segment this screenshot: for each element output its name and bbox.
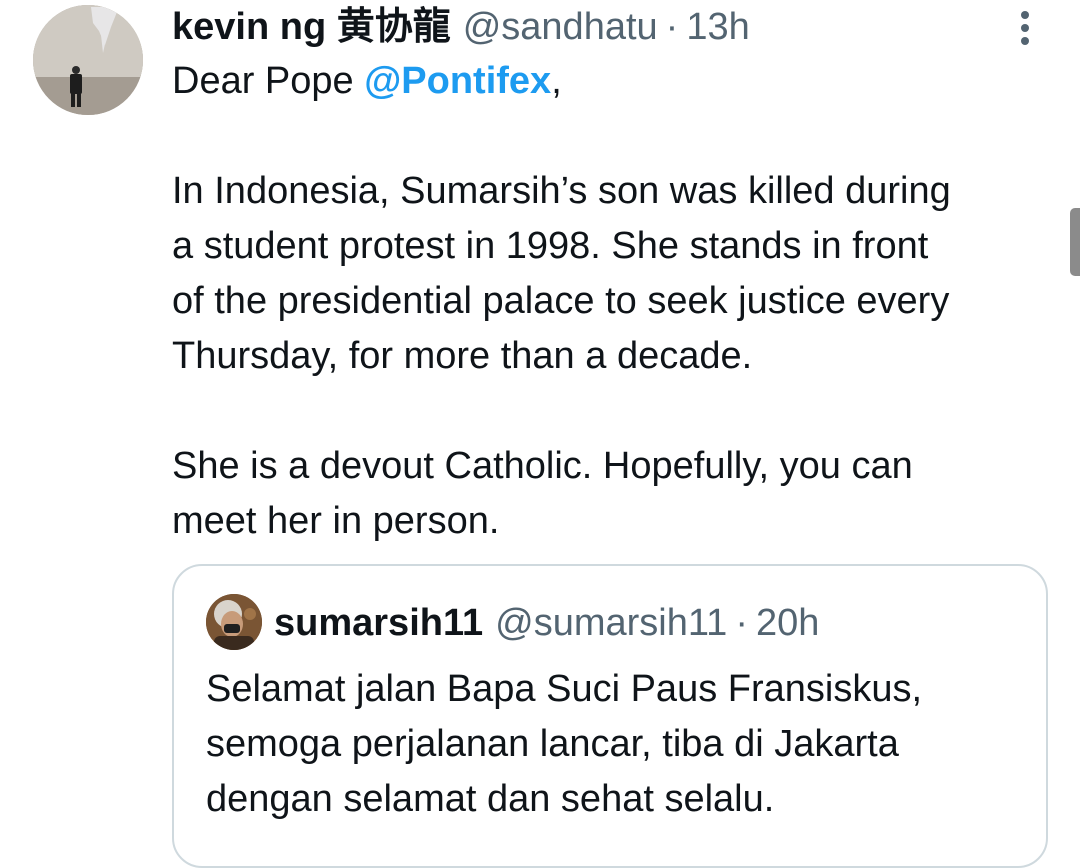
greeting-comma: ,: [551, 60, 562, 102]
quoted-tweet-line: dengan selamat dan sehat selalu.: [206, 778, 775, 820]
tweet-body: Dear Pope @Pontifex, In Indonesia, Sumar…: [172, 54, 1062, 549]
tweet-line: Dear Pope @Pontifex,: [172, 54, 1062, 109]
tweet-line: In Indonesia, Sumarsih’s son was killed …: [172, 170, 951, 212]
author-avatar[interactable]: [33, 5, 143, 115]
tweet-header: kevin ng 黄协龍 @sandhatu · 13h: [172, 4, 750, 50]
author-handle[interactable]: @sandhatu: [463, 4, 658, 50]
quoted-tweet-line: Selamat jalan Bapa Suci Paus Fransiskus,: [206, 668, 923, 710]
author-display-name[interactable]: kevin ng 黄协龍: [172, 4, 451, 50]
tweet-line: meet her in person.: [172, 500, 500, 542]
quoted-tweet[interactable]: sumarsih11 @sumarsih11 · 20h Selamat jal…: [172, 564, 1048, 868]
tweet-line: a student protest in 1998. She stands in…: [172, 225, 929, 267]
more-options-button[interactable]: [1005, 6, 1045, 50]
separator-dot: ·: [665, 6, 679, 48]
tweet-line: She is a devout Catholic. Hopefully, you…: [172, 445, 913, 487]
quoted-tweet-header: sumarsih11 @sumarsih11 · 20h: [274, 600, 819, 646]
mention-link[interactable]: @Pontifex: [364, 60, 551, 102]
more-vertical-icon: [1021, 11, 1029, 45]
quoted-tweet-body: Selamat jalan Bapa Suci Paus Fransiskus,…: [206, 662, 1046, 827]
quoted-author-avatar[interactable]: [206, 594, 262, 650]
scrollbar-thumb[interactable]: [1070, 208, 1080, 276]
tweet-line: of the presidential palace to seek justi…: [172, 280, 950, 322]
tweet-timestamp[interactable]: 13h: [686, 4, 749, 50]
tweet-line: Thursday, for more than a decade.: [172, 335, 753, 377]
separator-dot: ·: [735, 602, 748, 644]
quoted-author-handle[interactable]: @sumarsih11: [495, 600, 727, 646]
tweet: kevin ng 黄协龍 @sandhatu · 13h Dear Pope @…: [0, 0, 1080, 868]
quoted-tweet-timestamp[interactable]: 20h: [756, 600, 819, 646]
quoted-author-display-name[interactable]: sumarsih11: [274, 600, 483, 646]
greeting-text: Dear Pope: [172, 60, 365, 102]
quoted-tweet-line: semoga perjalanan lancar, tiba di Jakart…: [206, 723, 899, 765]
